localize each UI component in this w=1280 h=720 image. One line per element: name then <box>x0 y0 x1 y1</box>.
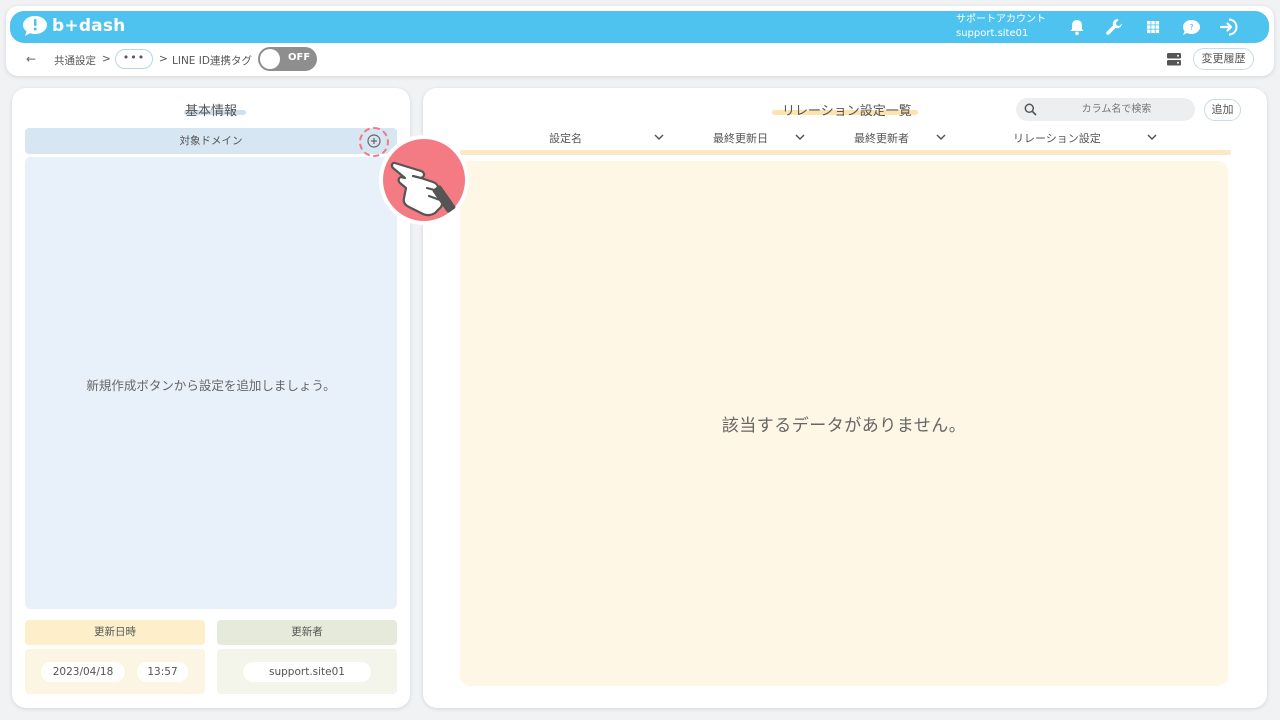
server-icon[interactable] <box>1166 52 1182 67</box>
breadcrumb-separator: > <box>102 53 111 65</box>
chevron-down-icon[interactable] <box>935 132 947 142</box>
column-search[interactable] <box>1016 98 1195 121</box>
updated-at-cell: 2023/04/18 13:57 <box>25 649 205 694</box>
column-header-last-updated[interactable]: 最終更新日 <box>713 130 768 146</box>
top-navbar: b+dash サポートアカウント support.site01 ? <box>10 11 1269 43</box>
updated-date: 2023/04/18 <box>41 662 125 682</box>
back-arrow-icon[interactable]: ← <box>26 52 36 66</box>
account-name: support.site01 <box>956 28 1029 39</box>
search-icon <box>1024 103 1037 116</box>
updated-by-header: 更新者 <box>217 620 397 645</box>
breadcrumb-more-button[interactable]: ••• <box>115 49 153 69</box>
add-button[interactable]: 追加 <box>1204 99 1241 121</box>
updated-time: 13:57 <box>137 662 188 682</box>
relation-settings-panel: リレーション設定一覧 追加 設定名 最終更新日 最終更新者 リレーション設定 該… <box>423 88 1267 708</box>
basic-info-panel: 基本情報 対象ドメイン 新規作成ボタンから設定を追加しましょう。 更新日時 更新… <box>12 88 410 708</box>
breadcrumb-common-settings[interactable]: 共通設定 <box>54 53 96 68</box>
chevron-down-icon[interactable] <box>653 132 665 142</box>
relation-table-body: 該当するデータがありません。 <box>460 161 1228 686</box>
logo-text: b+dash <box>52 16 126 36</box>
account-label: サポートアカウント <box>956 14 1046 25</box>
account-info[interactable]: サポートアカウント support.site01 <box>956 13 1046 41</box>
help-icon[interactable]: ? <box>1180 16 1202 38</box>
breadcrumb-separator: > <box>159 53 168 65</box>
updated-at-header: 更新日時 <box>25 620 205 645</box>
svg-text:?: ? <box>1189 23 1193 32</box>
column-header-setting-name[interactable]: 設定名 <box>549 130 582 146</box>
breadcrumb-current-page: LINE ID連携タグ <box>172 55 252 67</box>
updated-by-user: support.site01 <box>243 662 371 682</box>
grid-icon[interactable] <box>1142 16 1164 38</box>
change-history-button[interactable]: 変更履歴 <box>1193 48 1254 70</box>
target-domain-list: 新規作成ボタンから設定を追加しましょう。 <box>25 157 397 609</box>
toggle-label: OFF <box>288 52 311 63</box>
panel-title: 基本情報 <box>185 104 238 119</box>
logo-bubble-icon <box>23 16 47 36</box>
no-data-message: 該当するデータがありません。 <box>721 416 967 436</box>
chevron-down-icon[interactable] <box>794 132 806 142</box>
target-domain-header: 対象ドメイン <box>25 128 397 154</box>
toggle-knob <box>260 49 280 69</box>
updated-by-cell: support.site01 <box>217 649 397 694</box>
status-toggle[interactable]: OFF <box>258 47 317 71</box>
column-header-last-updater[interactable]: 最終更新者 <box>854 130 909 146</box>
logo[interactable]: b+dash <box>22 15 125 37</box>
column-divider <box>460 150 1231 155</box>
bell-icon[interactable] <box>1066 16 1088 38</box>
logout-icon[interactable] <box>1218 16 1240 38</box>
chevron-down-icon[interactable] <box>1146 132 1158 142</box>
empty-message: 新規作成ボタンから設定を追加しましょう。 <box>86 378 336 393</box>
column-header-relation-setting[interactable]: リレーション設定 <box>1013 130 1101 146</box>
search-input[interactable] <box>1044 98 1189 121</box>
pointing-hand-icon <box>379 135 469 225</box>
panel-title: リレーション設定一覧 <box>782 104 912 119</box>
wrench-icon[interactable] <box>1103 16 1125 38</box>
breadcrumb: ← 共通設定 > ••• > LINE ID連携タグ OFF 変更履歴 <box>18 47 1268 73</box>
